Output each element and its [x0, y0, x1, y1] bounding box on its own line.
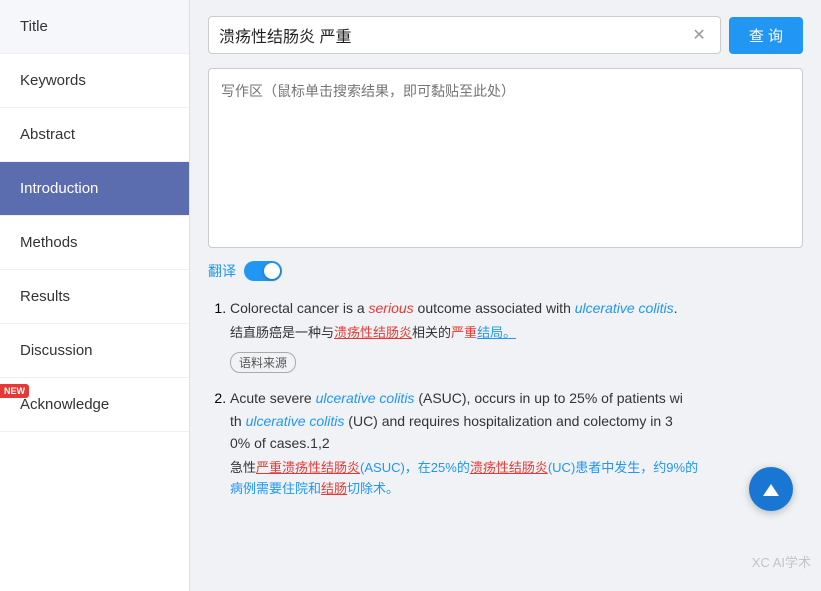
sidebar-item-label: Title [20, 18, 48, 35]
result-item-1: Colorectal cancer is a serious outcome a… [230, 297, 803, 373]
sidebar-item-label: Methods [20, 234, 78, 251]
result-1-en: Colorectal cancer is a serious outcome a… [230, 297, 803, 319]
sidebar-item-results[interactable]: Results [0, 270, 189, 324]
result-1-uc1: ulcerative colitis [575, 300, 674, 316]
result-2-uc1: ulcerative colitis [316, 390, 415, 406]
clear-button[interactable]: ✕ [688, 25, 709, 45]
results-list: Colorectal cancer is a serious outcome a… [208, 297, 803, 500]
result-1-cn: 结直肠癌是一种与溃疡性结肠炎相关的严重结局。 [230, 323, 803, 344]
search-query-text: 溃疡性结肠炎 严重 [219, 23, 688, 47]
sidebar-item-label: Introduction [20, 180, 98, 197]
search-bar: 溃疡性结肠炎 严重 ✕ 查 询 [208, 16, 803, 54]
sidebar-item-label: Abstract [20, 126, 75, 143]
result-item-2: Acute severe ulcerative colitis (ASUC), … [230, 387, 803, 500]
translate-row: 翻译 [208, 261, 803, 281]
sidebar-item-title[interactable]: Title [0, 0, 189, 54]
source-tag-1[interactable]: 语料来源 [230, 352, 296, 373]
sidebar: Title Keywords Abstract Introduction Met… [0, 0, 190, 591]
sidebar-item-abstract[interactable]: Abstract [0, 108, 189, 162]
main-content: 溃疡性结肠炎 严重 ✕ 查 询 翻译 Colorectal cancer is … [190, 0, 821, 591]
writing-area[interactable] [208, 68, 803, 248]
toggle-thumb [264, 263, 280, 279]
sidebar-item-acknowledge[interactable]: Acknowledge [0, 378, 189, 432]
result-2-uc2: ulcerative colitis [246, 413, 345, 429]
search-button[interactable]: 查 询 [729, 17, 803, 54]
watermark: XC AI学术 [752, 552, 811, 571]
scroll-up-button[interactable] [749, 467, 793, 511]
result-1-cn-end: 结局。 [477, 325, 516, 340]
sidebar-item-label: Results [20, 288, 70, 305]
result-2-cn-asuc: (ASUC)，在25%的 [360, 460, 470, 475]
result-2-cn-uc2: 溃疡性结肠炎 [470, 460, 548, 475]
result-2-cn: 急性严重溃疡性结肠炎(ASUC)，在25%的溃疡性结肠炎(UC)患者中发生，约9… [230, 458, 803, 500]
translate-toggle[interactable] [244, 261, 282, 281]
sidebar-item-label: Acknowledge [20, 396, 109, 413]
result-1-serious: serious [369, 300, 414, 316]
result-2-cn-severe: 严重溃疡性结肠炎 [256, 460, 360, 475]
sidebar-item-label: Keywords [20, 72, 86, 89]
sidebar-item-label: Discussion [20, 342, 93, 359]
search-input-wrap: 溃疡性结肠炎 严重 ✕ [208, 16, 721, 54]
result-2-cn-surgery: 切除术。 [347, 481, 399, 496]
sidebar-item-methods[interactable]: Methods [0, 216, 189, 270]
result-1-cn-uc: 溃疡性结肠炎 [334, 325, 412, 340]
result-2-cn-colon: 结肠 [321, 481, 347, 496]
result-2-en: Acute severe ulcerative colitis (ASUC), … [230, 387, 803, 454]
sidebar-item-discussion[interactable]: Discussion [0, 324, 189, 378]
sidebar-item-introduction[interactable]: Introduction [0, 162, 189, 216]
translate-label: 翻译 [208, 261, 236, 281]
sidebar-item-keywords[interactable]: Keywords [0, 54, 189, 108]
result-1-cn-serious: 严重 [451, 325, 477, 340]
